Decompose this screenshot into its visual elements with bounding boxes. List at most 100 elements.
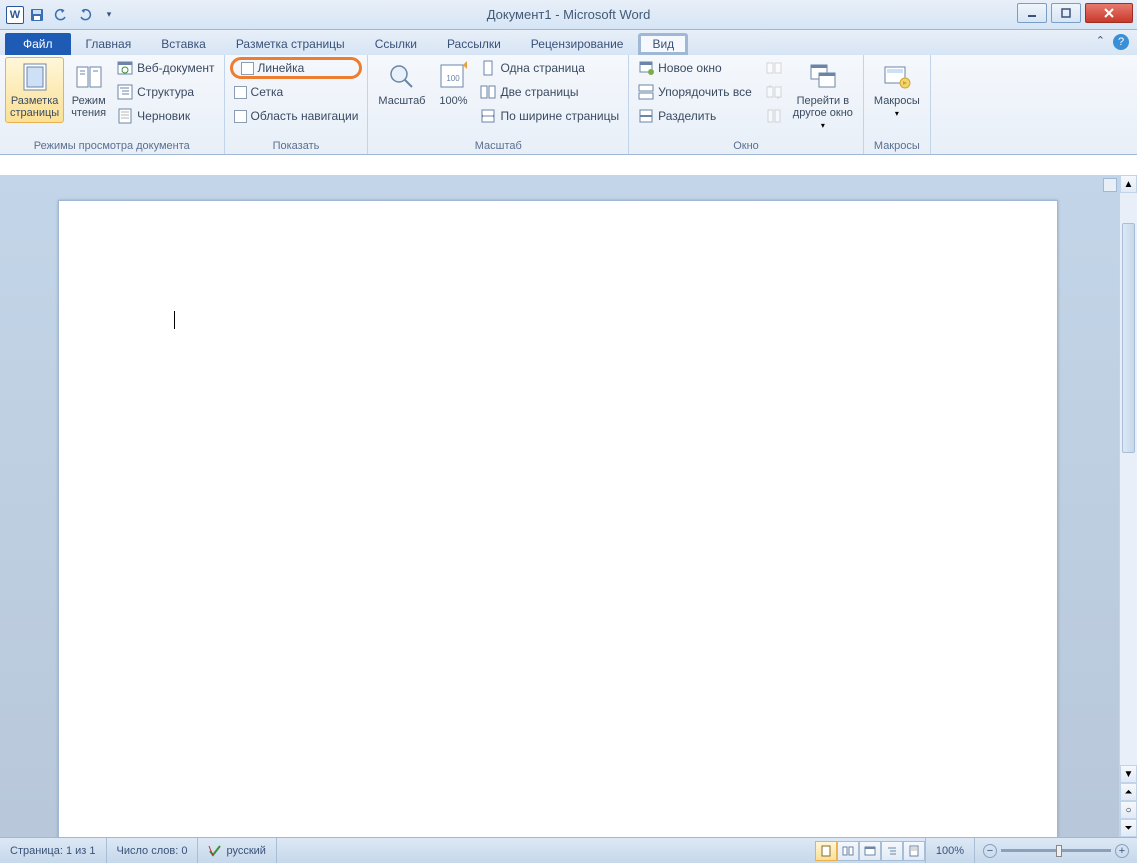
window-controls xyxy=(1017,3,1133,23)
zoom-icon xyxy=(386,61,418,93)
side-by-side-icon xyxy=(766,60,782,76)
qat-customize-button[interactable]: ▾ xyxy=(98,4,120,26)
tab-review[interactable]: Рецензирование xyxy=(516,32,639,55)
page-layout-icon xyxy=(19,61,51,93)
window-title: Документ1 - Microsoft Word xyxy=(487,7,651,22)
reading-view-button[interactable] xyxy=(837,841,859,861)
chevron-down-icon: ▾ xyxy=(895,109,899,118)
two-pages-button[interactable]: Две страницы xyxy=(476,81,623,103)
zoom-button[interactable]: Масштаб xyxy=(373,57,430,111)
previous-page-button[interactable]: ⏶ xyxy=(1120,783,1137,801)
ribbon-group-zoom: Масштаб 100 100% Одна страница Две стран… xyxy=(368,55,629,154)
page-width-button[interactable]: По ширине страницы xyxy=(476,105,623,127)
outline-button[interactable]: Структура xyxy=(113,81,218,103)
chevron-down-icon: ▾ xyxy=(821,121,825,130)
checkbox-icon xyxy=(241,62,254,75)
scroll-up-button[interactable]: ▲ xyxy=(1120,175,1137,193)
one-page-label: Одна страница xyxy=(500,61,584,75)
web-layout-icon xyxy=(117,60,133,76)
tab-home[interactable]: Главная xyxy=(71,32,147,55)
browse-object-button[interactable]: ○ xyxy=(1120,801,1137,819)
print-layout-button[interactable]: Разметка страницы xyxy=(5,57,64,123)
tab-file[interactable]: Файл xyxy=(5,33,71,55)
reset-position-icon xyxy=(766,108,782,124)
maximize-button[interactable] xyxy=(1051,3,1081,23)
page-status[interactable]: Страница: 1 из 1 xyxy=(0,838,107,863)
navigation-pane-checkbox[interactable]: Область навигации xyxy=(230,105,363,127)
ruler-toggle-button[interactable] xyxy=(1103,178,1117,192)
ribbon-group-document-views: Разметка страницы Режим чтения Веб-докум… xyxy=(0,55,225,154)
word-count-status[interactable]: Число слов: 0 xyxy=(107,838,199,863)
redo-button[interactable] xyxy=(74,4,96,26)
spellcheck-icon xyxy=(208,844,222,858)
hundred-icon: 100 xyxy=(437,61,469,93)
ruler-label: Линейка xyxy=(258,61,305,75)
gridlines-label: Сетка xyxy=(251,85,284,99)
zoom-slider: − + xyxy=(975,844,1137,858)
next-page-button[interactable]: ⏷ xyxy=(1120,819,1137,837)
scrollbar-thumb[interactable] xyxy=(1122,223,1135,453)
outline-view-button[interactable] xyxy=(881,841,903,861)
group-label-show: Показать xyxy=(230,138,363,154)
new-window-label: Новое окно xyxy=(658,61,722,75)
document-page[interactable] xyxy=(58,200,1058,837)
page-width-label: По ширине страницы xyxy=(500,109,619,123)
tab-insert[interactable]: Вставка xyxy=(146,32,221,55)
zoom-100-button[interactable]: 100 100% xyxy=(432,57,474,111)
outline-icon xyxy=(117,84,133,100)
split-button[interactable]: Разделить xyxy=(634,105,756,127)
sync-scroll-button[interactable] xyxy=(762,81,786,103)
reading-icon xyxy=(73,61,105,93)
tab-mailings[interactable]: Рассылки xyxy=(432,32,516,55)
help-icon[interactable]: ? xyxy=(1113,34,1129,50)
arrange-all-button[interactable]: Упорядочить все xyxy=(634,81,756,103)
draft-icon xyxy=(117,108,133,124)
group-label-window: Окно xyxy=(634,138,858,154)
split-icon xyxy=(638,108,654,124)
status-bar: Страница: 1 из 1 Число слов: 0 русский 1… xyxy=(0,837,1137,863)
web-view-button[interactable] xyxy=(859,841,881,861)
word-app-icon[interactable]: W xyxy=(6,6,24,24)
tab-view[interactable]: Вид xyxy=(638,33,688,55)
switch-windows-icon xyxy=(807,61,839,93)
arrange-all-label: Упорядочить все xyxy=(658,85,752,99)
reset-position-button[interactable] xyxy=(762,105,786,127)
ruler-checkbox[interactable]: Линейка xyxy=(230,57,363,79)
reading-mode-label: Режим чтения xyxy=(71,95,106,119)
switch-windows-label: Перейти в другое окно xyxy=(793,95,853,119)
quick-access-toolbar: W ▾ xyxy=(0,4,120,26)
one-page-button[interactable]: Одна страница xyxy=(476,57,623,79)
reading-mode-button[interactable]: Режим чтения xyxy=(66,57,111,123)
close-button[interactable] xyxy=(1085,3,1133,23)
ribbon-group-macros: Макросы ▾ Макросы xyxy=(864,55,931,154)
zoom-slider-track[interactable] xyxy=(1001,849,1111,852)
tab-references[interactable]: Ссылки xyxy=(360,32,432,55)
two-pages-icon xyxy=(480,84,496,100)
new-window-button[interactable]: Новое окно xyxy=(634,57,756,79)
side-by-side-button[interactable] xyxy=(762,57,786,79)
zoom-level-button[interactable]: 100% xyxy=(925,838,975,863)
sync-scroll-icon xyxy=(766,84,782,100)
draft-button[interactable]: Черновик xyxy=(113,105,218,127)
draft-view-button[interactable] xyxy=(903,841,925,861)
switch-windows-button[interactable]: Перейти в другое окно ▾ xyxy=(788,57,858,134)
tab-page-layout[interactable]: Разметка страницы xyxy=(221,32,360,55)
zoom-out-button[interactable]: − xyxy=(983,844,997,858)
minimize-button[interactable] xyxy=(1017,3,1047,23)
macros-button[interactable]: Макросы ▾ xyxy=(869,57,925,122)
undo-button[interactable] xyxy=(50,4,72,26)
zoom-in-button[interactable]: + xyxy=(1115,844,1129,858)
scroll-down-button[interactable]: ▼ xyxy=(1120,765,1137,783)
gridlines-checkbox[interactable]: Сетка xyxy=(230,81,363,103)
group-label-views: Режимы просмотра документа xyxy=(5,138,219,154)
text-cursor xyxy=(174,311,175,329)
language-status[interactable]: русский xyxy=(198,838,276,863)
checkbox-icon xyxy=(234,110,247,123)
web-layout-button[interactable]: Веб-документ xyxy=(113,57,218,79)
ribbon-group-show: Линейка Сетка Область навигации Показать xyxy=(225,55,369,154)
save-button[interactable] xyxy=(26,4,48,26)
zoom-slider-thumb[interactable] xyxy=(1056,845,1062,857)
minimize-ribbon-icon[interactable]: ⌃ xyxy=(1096,34,1105,50)
print-layout-view-button[interactable] xyxy=(815,841,837,861)
print-layout-label: Разметка страницы xyxy=(10,95,59,119)
